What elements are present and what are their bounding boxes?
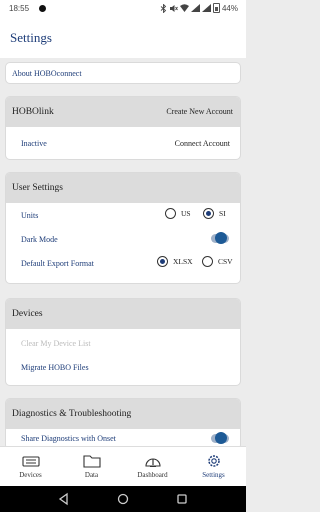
dark-mode-toggle[interactable]: [211, 232, 229, 244]
share-diagnostics-toggle[interactable]: [211, 432, 229, 444]
clear-device-list-button[interactable]: Clear My Device List: [21, 339, 91, 348]
signal-icon: [190, 4, 200, 12]
diagnostics-header: Diagnostics & Troubleshooting: [6, 399, 240, 429]
export-csv-radio[interactable]: CSV: [202, 256, 233, 267]
units-us-radio[interactable]: US: [165, 208, 191, 219]
dashboard-icon: [144, 458, 161, 467]
hobolink-row: Inactive Connect Account: [6, 131, 240, 155]
radio-circle[interactable]: [165, 208, 176, 219]
folder-icon: [82, 455, 101, 468]
status-bar: 18:55 44%: [0, 0, 246, 18]
radio-label: CSV: [218, 257, 233, 266]
wifi-icon: [179, 4, 189, 12]
user-settings-card: User Settings Units US SI Dark Mode Defa…: [5, 172, 241, 284]
clear-devices-row: Clear My Device List: [6, 331, 240, 355]
units-label: Units: [21, 211, 39, 220]
dark-mode-row: Dark Mode: [6, 227, 240, 251]
devices-icon: [21, 456, 40, 467]
export-xlsx-radio[interactable]: XLSX: [157, 256, 193, 267]
migrate-hobo-files-button[interactable]: Migrate HOBO Files: [21, 363, 89, 372]
section-title: Diagnostics & Troubleshooting: [12, 409, 132, 419]
bottom-nav: Devices Data Dashboard Settings: [0, 446, 246, 486]
clock: 18:55: [9, 4, 30, 13]
radio-label: US: [181, 209, 191, 218]
create-account-button[interactable]: Create New Account: [166, 107, 233, 116]
nav-dashboard[interactable]: Dashboard: [122, 447, 183, 487]
toggle-knob[interactable]: [215, 232, 227, 244]
system-nav-bar: [0, 486, 246, 512]
nav-settings[interactable]: Settings: [183, 447, 244, 487]
export-format-label: Default Export Format: [21, 259, 94, 268]
about-card[interactable]: About HOBOconnect: [5, 62, 241, 84]
section-title: User Settings: [12, 183, 63, 193]
dark-mode-label: Dark Mode: [21, 235, 58, 244]
back-icon[interactable]: [57, 492, 71, 506]
nav-devices[interactable]: Devices: [0, 447, 61, 487]
battery-level: 44%: [221, 3, 238, 13]
notification-icon: [39, 5, 46, 12]
units-si-radio[interactable]: SI: [203, 208, 226, 219]
radio-label: SI: [219, 209, 226, 218]
page-title: Settings: [10, 30, 52, 45]
migrate-row: Migrate HOBO Files: [6, 355, 240, 379]
nav-data[interactable]: Data: [61, 447, 122, 487]
gear-icon: [207, 455, 220, 467]
units-row: Units US SI: [6, 203, 240, 227]
signal-2-icon: [201, 4, 211, 12]
diagnostics-card: Diagnostics & Troubleshooting Share Diag…: [5, 398, 241, 450]
hobolink-status: Inactive: [21, 139, 47, 148]
radio-label: XLSX: [173, 257, 193, 266]
radio-circle[interactable]: [202, 256, 213, 267]
nav-label: Devices: [19, 471, 42, 479]
app-header: Settings: [0, 18, 246, 58]
battery-icon: [212, 3, 220, 13]
mute-icon: [169, 4, 178, 12]
nav-label: Dashboard: [137, 471, 168, 479]
nav-label: Settings: [202, 471, 225, 479]
devices-card: Devices Clear My Device List Migrate HOB…: [5, 298, 241, 386]
radio-circle-selected[interactable]: [157, 256, 168, 267]
toggle-knob[interactable]: [215, 432, 227, 444]
bluetooth-icon: [160, 3, 167, 13]
connect-account-button[interactable]: Connect Account: [175, 139, 230, 148]
devices-header: Devices: [6, 299, 240, 329]
hobolink-card: HOBOlink Create New Account Inactive Con…: [5, 96, 241, 160]
section-title: Devices: [12, 309, 43, 319]
system-icons: 44%: [160, 3, 238, 13]
recents-icon[interactable]: [175, 492, 189, 506]
section-title: HOBOlink: [12, 107, 54, 117]
share-diagnostics-label: Share Diagnostics with Onset: [21, 434, 116, 443]
nav-label: Data: [84, 471, 99, 479]
export-format-row: Default Export Format XLSX CSV: [6, 251, 240, 275]
radio-circle-selected[interactable]: [203, 208, 214, 219]
hobolink-header: HOBOlink Create New Account: [6, 97, 240, 127]
user-settings-header: User Settings: [6, 173, 240, 203]
about-link[interactable]: About HOBOconnect: [12, 69, 82, 78]
home-icon[interactable]: [116, 492, 130, 506]
